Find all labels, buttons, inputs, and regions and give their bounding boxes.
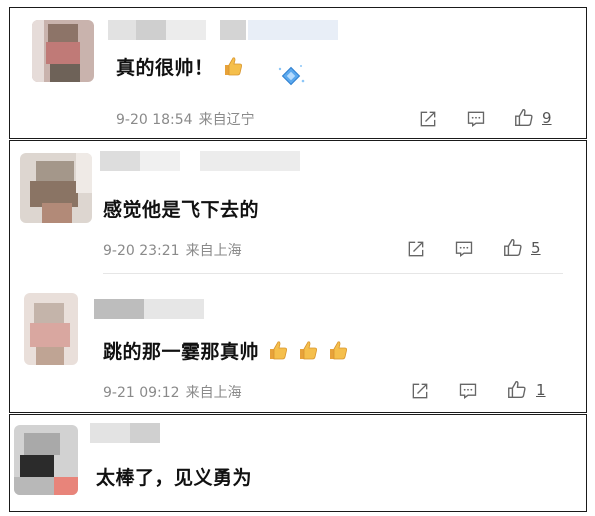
username-blurred[interactable] [94,299,204,319]
comment-location: 来自上海 [185,243,242,259]
comment-text: 太棒了，见义勇为 [96,463,252,490]
thumbs-up-emoji [222,55,244,77]
comment-meta: 9-20 23:21 来自上海 [103,240,242,260]
comment-meta: 9-20 18:54 来自辽宁 [116,109,255,129]
comment-text-content: 太棒了，见义勇为 [96,467,253,489]
comment-location: 来自上海 [185,385,242,401]
comment-button[interactable] [452,237,476,261]
share-icon [420,111,436,127]
comment-location: 来自辽宁 [198,112,255,128]
comment-text-content: 真的很帅！ [116,57,214,79]
comment-divider [103,273,563,274]
share-button[interactable] [404,237,428,261]
comment-icon [467,111,485,127]
like-button[interactable] [512,106,536,130]
username-blurred[interactable] [108,20,338,40]
avatar[interactable] [20,153,92,223]
thumbs-up-icon [504,238,522,257]
comment-meta: 9-21 09:12 来自上海 [103,382,242,402]
comment-button[interactable] [464,107,488,131]
avatar[interactable] [24,293,78,365]
comment-icon [455,241,473,257]
thumbs-up-emoji [297,339,319,361]
like-button[interactable] [505,378,529,402]
comment-text: 真的很帅！ [116,53,244,80]
thumbs-up-emoji [327,339,349,361]
comment-text: 感觉他是飞下去的 [103,195,259,222]
like-count[interactable]: 1 [536,381,546,399]
comment-date: 9-20 18:54 [116,112,193,128]
comment-icon [459,383,477,399]
diamond-badge-icon [276,61,306,91]
thumbs-up-icon [508,380,526,399]
thumbs-up-icon [515,108,533,127]
comment-date: 9-21 09:12 [103,385,180,401]
like-button[interactable] [501,236,525,260]
comment-panel: 太棒了，见义勇为 [9,414,587,512]
like-count[interactable]: 9 [542,109,552,127]
comment-text-content: 跳的那一霎那真帅 [103,341,260,363]
share-button[interactable] [408,379,432,403]
username-blurred[interactable] [90,423,160,443]
share-icon [412,383,428,399]
avatar[interactable] [32,20,94,82]
comment-text-content: 感觉他是飞下去的 [103,199,260,221]
thumbs-up-emoji [267,339,289,361]
username-blurred[interactable] [100,151,300,171]
comment-panel: 真的很帅！ 9-20 18:54 来自辽宁 9 [9,7,587,139]
comment-panel: 感觉他是飞下去的 9-20 23:21 来自上海 5 跳的那一霎那真帅 9-21 … [9,140,587,413]
avatar[interactable] [14,425,78,495]
comment-date: 9-20 23:21 [103,243,180,259]
share-icon [408,241,424,257]
comment-button[interactable] [456,379,480,403]
comment-text: 跳的那一霎那真帅 [103,337,349,364]
like-count[interactable]: 5 [531,239,541,257]
share-button[interactable] [416,107,440,131]
